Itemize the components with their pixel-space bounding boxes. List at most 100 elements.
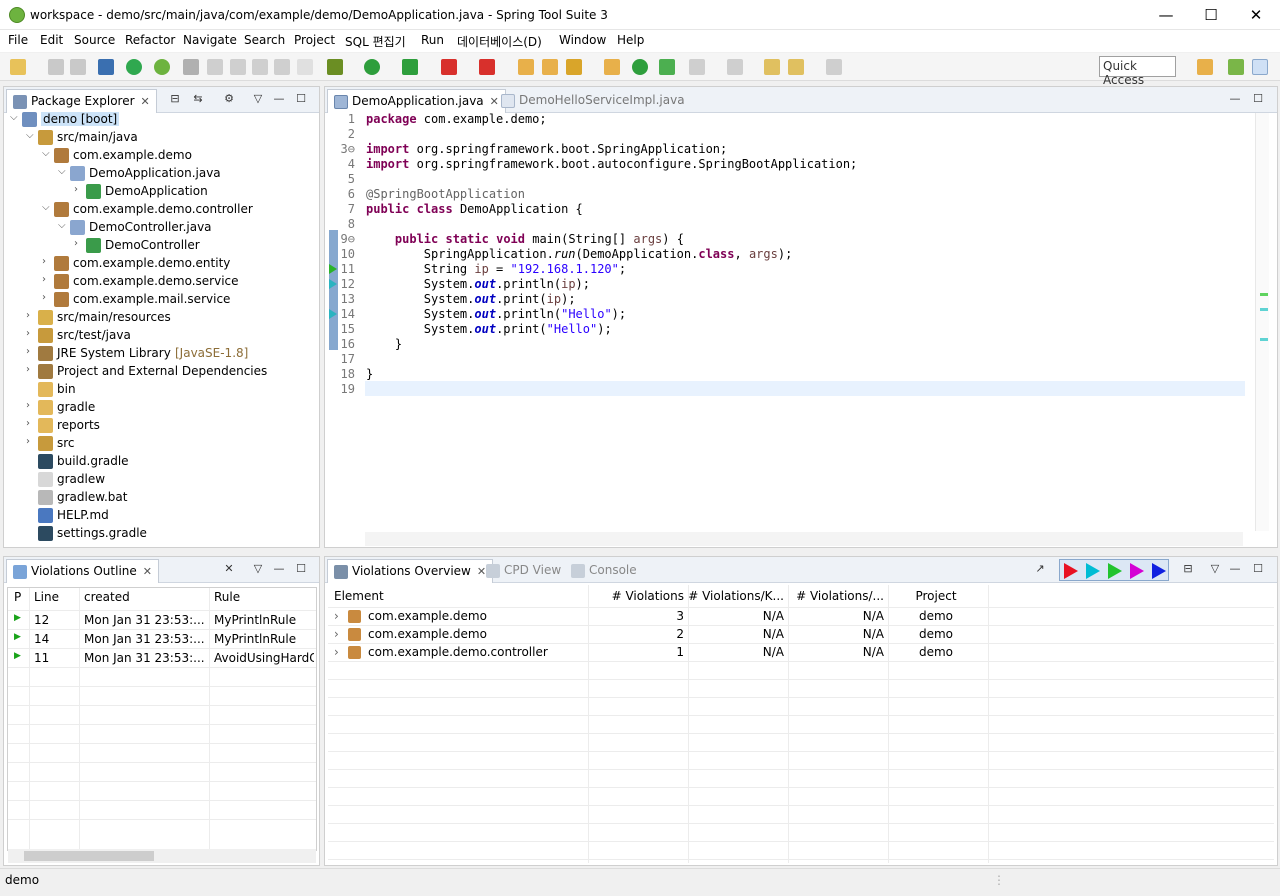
tab-console[interactable]: Console [565, 559, 643, 583]
table-cell[interactable]: N/A [688, 625, 784, 643]
minimize-button[interactable]: — [1143, 0, 1189, 30]
minimize-view-icon[interactable]: — [272, 562, 286, 576]
pen-icon[interactable] [207, 59, 223, 75]
spring-icon[interactable] [154, 59, 170, 75]
table-cell[interactable]: com.example.demo [368, 607, 584, 625]
menu-run[interactable]: Run [421, 33, 444, 47]
tree-item[interactable]: ⌵ com.example.demo [4, 147, 314, 165]
maximize-view-icon[interactable]: ☐ [294, 562, 308, 576]
warning-marker[interactable] [1260, 338, 1268, 341]
table-cell[interactable]: N/A [788, 643, 884, 661]
open-perspective-icon[interactable] [1197, 59, 1213, 75]
tree-item[interactable]: › DemoApplication [4, 183, 314, 201]
column-header[interactable]: P [14, 588, 25, 606]
menu-search[interactable]: Search [244, 33, 285, 47]
table-cell[interactable]: demo [888, 607, 984, 625]
whitespace-icon[interactable] [297, 59, 313, 75]
overview-ruler[interactable] [1255, 113, 1269, 531]
java-ee-perspective-icon[interactable] [1228, 59, 1244, 75]
tree-item[interactable]: build.gradle [4, 453, 314, 471]
expanded-chevron-icon[interactable]: ⌵ [58, 166, 68, 177]
block-selection-icon[interactable] [252, 59, 268, 75]
maximize-view-icon[interactable]: ☐ [1251, 562, 1265, 576]
menu-navigate[interactable]: Navigate [183, 33, 237, 47]
forward-icon[interactable] [826, 59, 842, 75]
tree-item[interactable]: bin [4, 381, 314, 399]
collapse-all-icon[interactable]: ⊟ [168, 92, 182, 106]
column-header[interactable]: # Violations/K... [688, 587, 784, 605]
collapsed-chevron-icon[interactable]: › [42, 274, 52, 285]
tree-item[interactable]: › JRE System Library [JavaSE-1.8] [4, 345, 314, 363]
priority-icon[interactable]: ▶ [14, 611, 25, 629]
word-wrap-icon[interactable] [274, 59, 290, 75]
table-cell[interactable]: 3 [588, 607, 684, 625]
spring-perspective-icon[interactable] [1252, 59, 1268, 75]
table-cell[interactable]: demo [888, 643, 984, 661]
tab-cpd-view[interactable]: CPD View [480, 559, 567, 583]
menu-edit[interactable]: Edit [40, 33, 63, 47]
expanded-chevron-icon[interactable]: ⌵ [26, 130, 36, 141]
tree-item[interactable]: › Project and External Dependencies [4, 363, 314, 381]
tab-package-explorer[interactable]: Package Explorer ✕ [6, 89, 157, 113]
new-icon[interactable] [10, 59, 26, 75]
table-cell[interactable]: AvoidUsingHardCo [214, 649, 314, 667]
column-header[interactable]: Project [888, 587, 984, 605]
table-cell[interactable]: 14 [34, 630, 75, 648]
last-edit-icon[interactable] [764, 59, 780, 75]
menu-sql-editor[interactable]: SQL 편집기 [345, 33, 406, 50]
table-cell[interactable]: MyPrintlnRule [214, 611, 314, 629]
expanded-chevron-icon[interactable]: ⌵ [42, 148, 52, 159]
expanded-chevron-icon[interactable]: ⌵ [42, 202, 52, 213]
table-cell[interactable]: Mon Jan 31 23:53:... [84, 611, 205, 629]
priority-2-filter-icon[interactable] [1086, 563, 1100, 579]
terminal-icon[interactable] [98, 59, 114, 75]
violation-marker-icon[interactable] [329, 309, 337, 319]
tree-item[interactable]: ⌵ demo [boot] [4, 111, 314, 129]
tree-item[interactable]: › src [4, 435, 314, 453]
horizontal-scrollbar[interactable] [365, 532, 1243, 546]
menu-refactor[interactable]: Refactor [125, 33, 175, 47]
remove-icon[interactable]: ✕ [222, 562, 236, 576]
collapsed-chevron-icon[interactable]: › [26, 418, 36, 429]
table-cell[interactable]: 1 [588, 643, 684, 661]
run-icon[interactable] [364, 59, 380, 75]
back-icon[interactable] [788, 59, 804, 75]
menu-database[interactable]: 데이터베이스(D) [457, 33, 542, 50]
table-cell[interactable]: 11 [34, 649, 75, 667]
tab-demo-hello-service-impl[interactable]: DemoHelloServiceImpl.java [495, 89, 691, 113]
menu-file[interactable]: File [8, 33, 28, 47]
open-folder-icon[interactable] [542, 59, 558, 75]
table-cell[interactable]: com.example.demo [368, 625, 584, 643]
tree-item[interactable]: › src/test/java [4, 327, 314, 345]
collapsed-chevron-icon[interactable]: › [74, 238, 84, 249]
table-cell[interactable]: com.example.demo.controller [368, 643, 584, 661]
collapsed-chevron-icon[interactable]: › [42, 292, 52, 303]
maximize-view-icon[interactable]: ☐ [1251, 92, 1265, 106]
close-icon[interactable]: ✕ [141, 95, 150, 108]
debug-icon[interactable] [327, 59, 343, 75]
tree-item[interactable]: HELP.md [4, 507, 314, 525]
tree-item[interactable]: › DemoController [4, 237, 314, 255]
expanded-chevron-icon[interactable]: ⌵ [58, 220, 68, 231]
column-header[interactable]: # Violations/... [788, 587, 884, 605]
priority-3-filter-icon[interactable] [1108, 563, 1122, 579]
collapsed-chevron-icon[interactable]: › [74, 184, 84, 195]
code-area[interactable]: 1 package com.example.demo; 2 3⊖ import org.… [325, 112, 1255, 532]
minimize-view-icon[interactable]: — [1228, 562, 1242, 576]
table-cell[interactable]: N/A [788, 607, 884, 625]
tree-item[interactable]: › reports [4, 417, 314, 435]
collapsed-chevron-icon[interactable]: › [26, 346, 36, 357]
tree-item[interactable]: gradlew [4, 471, 314, 489]
tree-item[interactable]: gradlew.bat [4, 489, 314, 507]
column-header[interactable]: Rule [214, 588, 314, 606]
table-cell[interactable]: MyPrintlnRule [214, 630, 314, 648]
priority-4-filter-icon[interactable] [1130, 563, 1144, 579]
priority-5-filter-icon[interactable] [1152, 563, 1166, 579]
maximize-view-icon[interactable]: ☐ [294, 92, 308, 106]
green-square-icon[interactable] [659, 59, 675, 75]
menu-help[interactable]: Help [617, 33, 644, 47]
minimize-view-icon[interactable]: — [1228, 92, 1242, 106]
previous-annotation-icon[interactable] [727, 59, 743, 75]
close-button[interactable]: ✕ [1233, 0, 1279, 30]
collapsed-chevron-icon[interactable]: › [26, 436, 36, 447]
